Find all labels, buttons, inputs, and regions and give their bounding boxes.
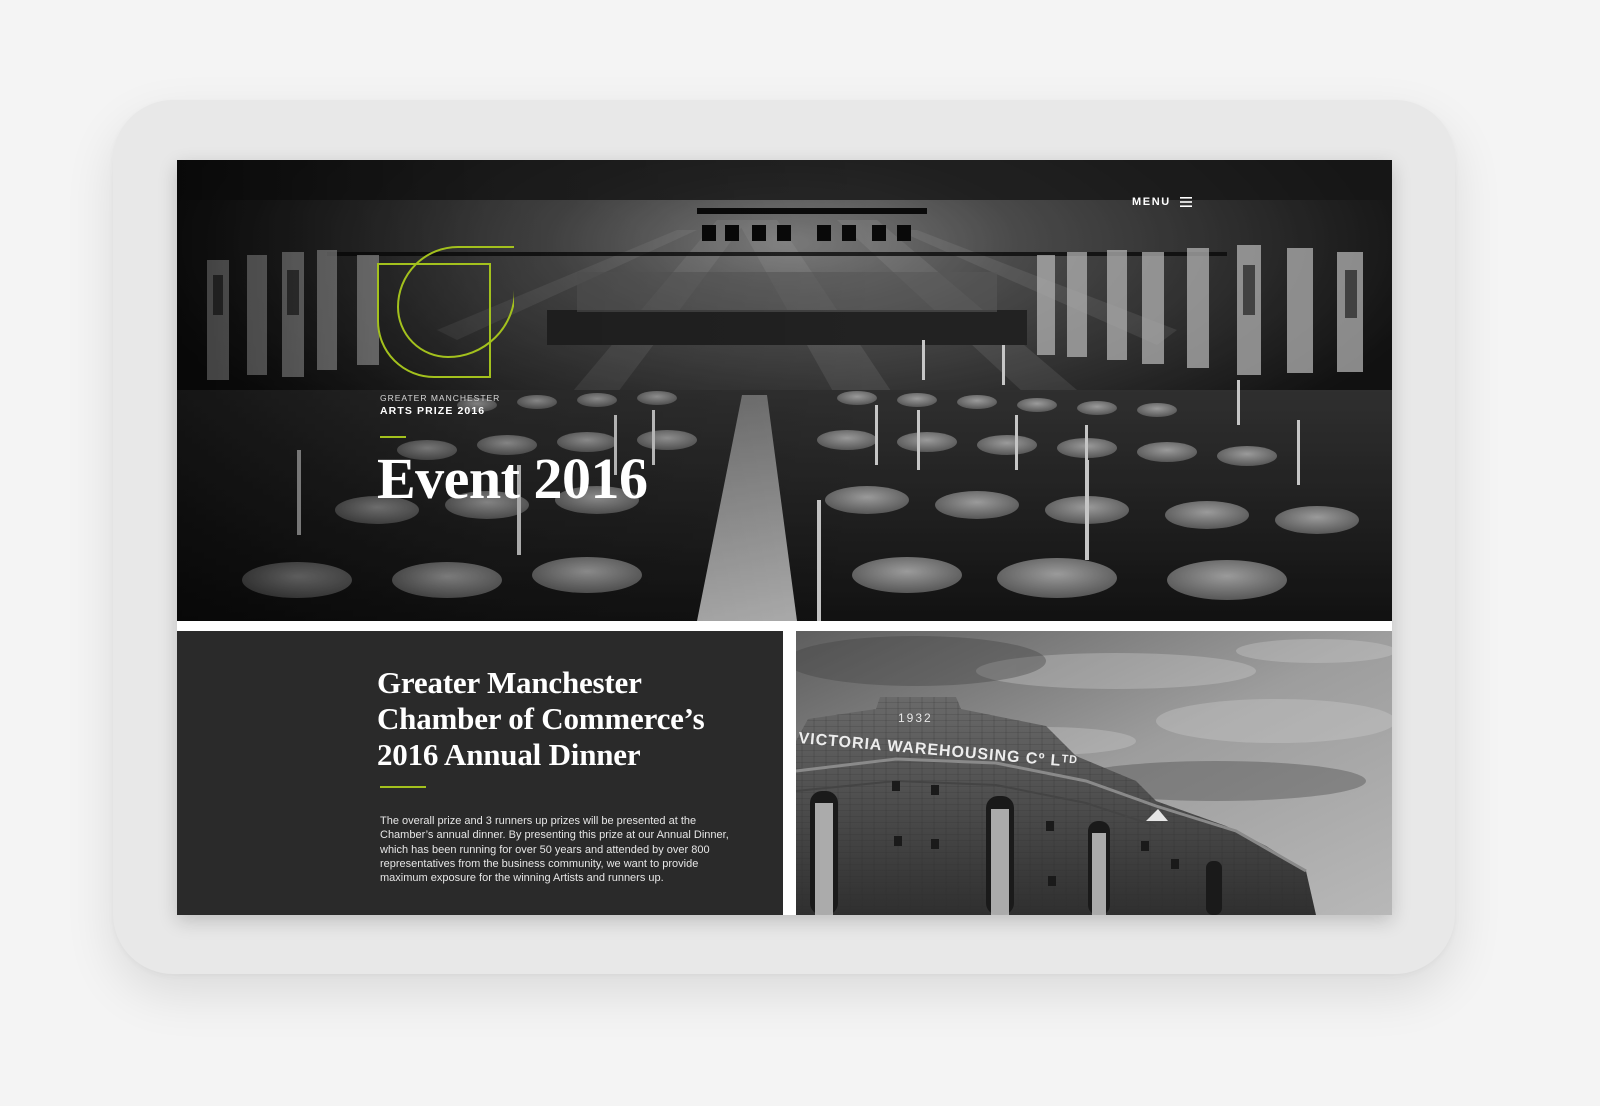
annual-dinner-panel: Greater Manchester Chamber of Commerce’s… (177, 631, 783, 915)
event-hall-photo (177, 160, 1392, 621)
leaf-logo-icon (377, 246, 516, 378)
warehouse-year: 1932 (898, 711, 933, 725)
menu-label: MENU (1132, 196, 1171, 208)
heading-line: 2016 Annual Dinner (377, 737, 641, 772)
hamburger-icon (1179, 197, 1192, 207)
heading-line: Greater Manchester (377, 665, 642, 700)
page-title: Event 2016 (377, 446, 648, 511)
logo-subtitle: GREATER MANCHESTER (380, 393, 501, 403)
menu-button[interactable]: MENU (1132, 193, 1192, 211)
heading-line: Chamber of Commerce’s (377, 701, 705, 736)
hero-accent-rule (380, 436, 406, 438)
section-accent-rule (380, 786, 426, 788)
logo-title: ARTS PRIZE 2016 (380, 405, 486, 417)
arts-prize-logo[interactable] (374, 245, 516, 385)
section-body-text: The overall prize and 3 runners up prize… (380, 815, 729, 885)
tablet-screen: MENU GREATER MANCHESTER ARTS PRIZE 2016 … (177, 160, 1392, 915)
victoria-warehouse-photo: 1932 VICTORIA WAREHOUSING Cº Lᵀᴰ (796, 631, 1392, 915)
section-heading: Greater Manchester Chamber of Commerce’s… (377, 665, 767, 773)
hero-section: MENU GREATER MANCHESTER ARTS PRIZE 2016 … (177, 160, 1392, 621)
warehouse-image: 1932 VICTORIA WAREHOUSING Cº Lᵀᴰ (796, 631, 1392, 915)
